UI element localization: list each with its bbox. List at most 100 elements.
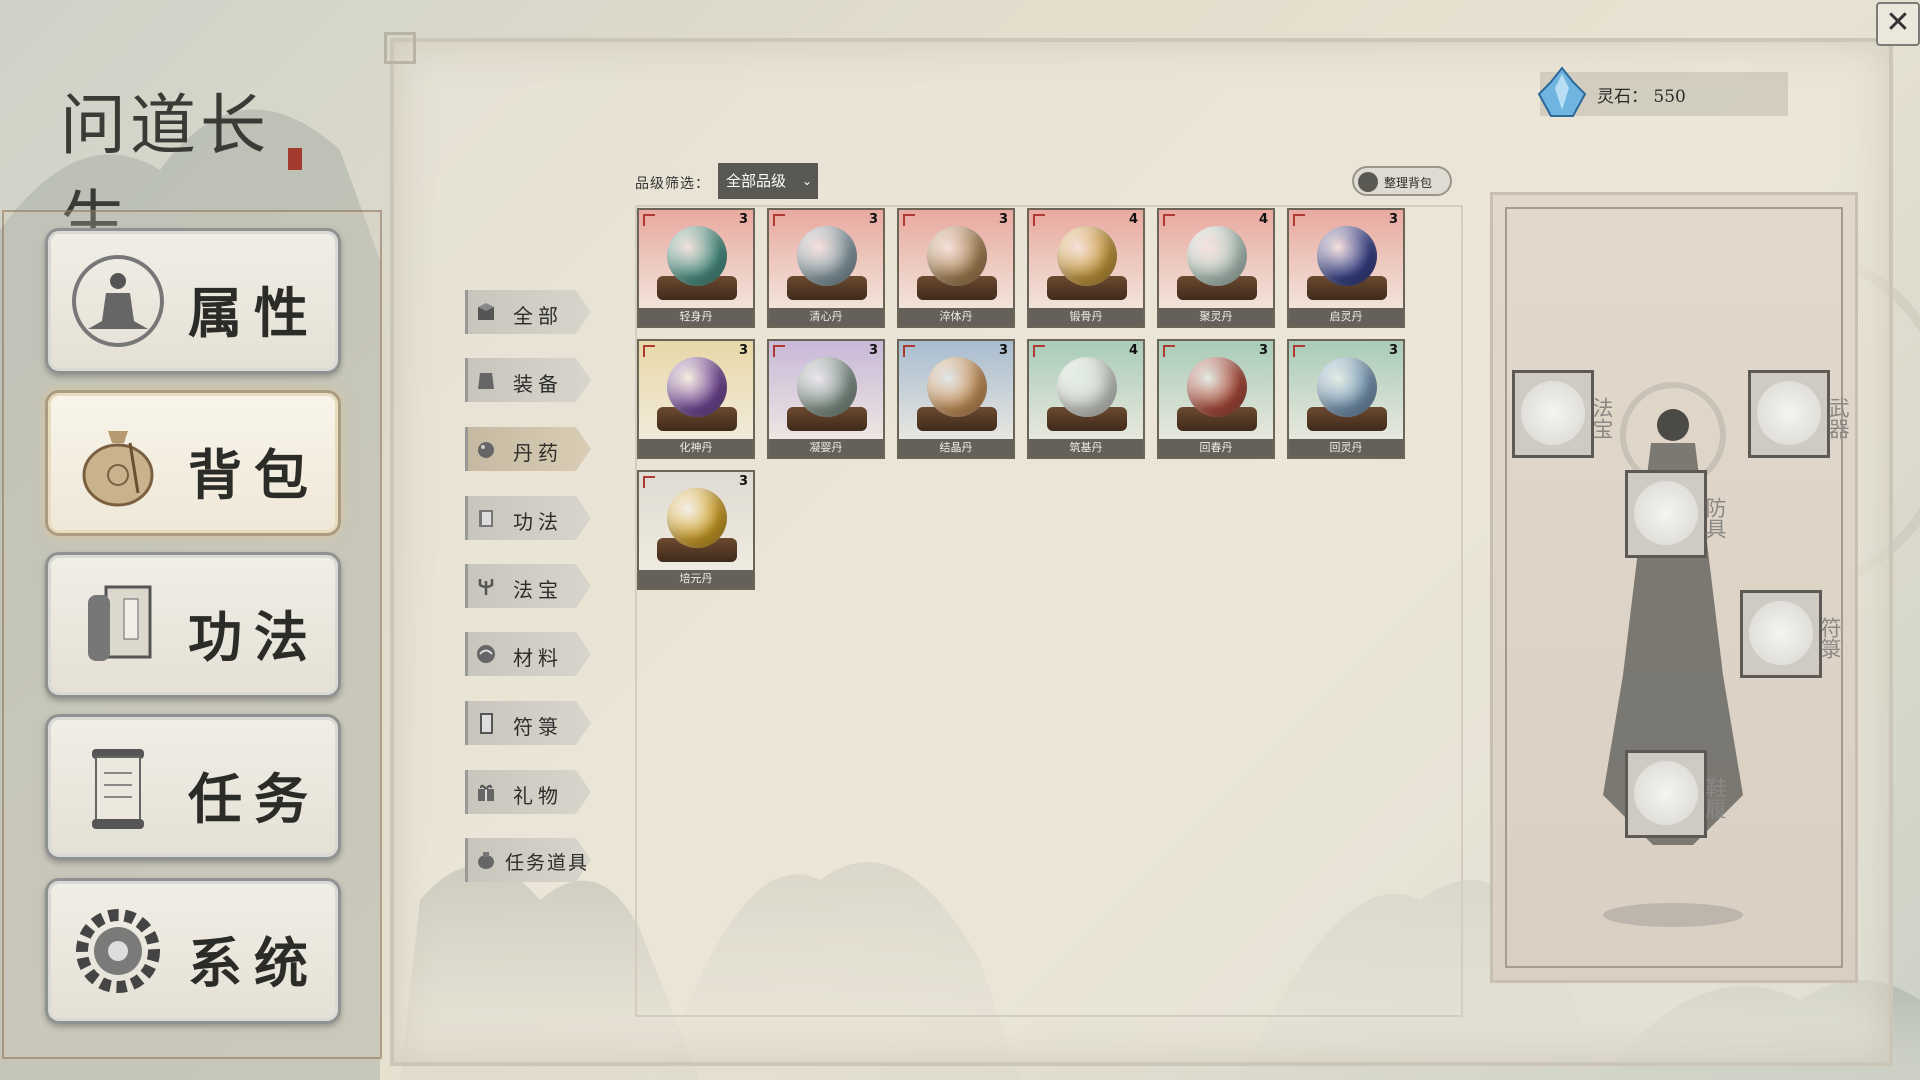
pill-orb-icon [927,226,987,286]
gear-icon [76,909,160,993]
inventory-slot[interactable]: 3 化神丹 [637,339,755,459]
category-label: 法宝 [513,578,563,602]
seal-stamp [288,148,302,170]
grade-filter-value: 全部品级 [726,172,787,190]
nav-button-quests[interactable]: 任务 [45,714,341,860]
item-name: 回春丹 [1159,439,1273,457]
slot-corner-mark [1293,214,1305,226]
gift-icon [478,784,494,801]
equip-slot-armor[interactable]: 防具 [1625,470,1727,558]
inventory-slot[interactable]: 4 聚灵丹 [1157,208,1275,328]
sort-bag-button[interactable]: 整理背包 [1352,166,1452,196]
category-tab-3[interactable]: 功法 [465,496,591,540]
inventory-slot[interactable]: 3 凝婴丹 [767,339,885,459]
pill-orb-icon [1057,226,1117,286]
item-name: 回灵丹 [1289,439,1403,457]
inventory-slot[interactable]: 3 回灵丹 [1287,339,1405,459]
pill-orb-icon [667,488,727,548]
slot-corner-mark [1163,214,1175,226]
bag-icon [478,852,494,869]
nav-button-attributes[interactable]: 属性 [45,228,341,374]
pill-orb-icon [1317,226,1377,286]
item-name: 锻骨丹 [1029,308,1143,326]
slot-corner-mark [773,345,785,357]
pill-orb-icon [797,357,857,417]
category-tab-2[interactable]: 丹药 [465,427,591,471]
category-label: 丹药 [513,441,563,465]
inventory-slot[interactable]: 4 筑基丹 [1027,339,1145,459]
item-count: 3 [1258,343,1268,358]
item-name: 启灵丹 [1289,308,1403,326]
nav-label: 功法 [188,605,320,669]
inventory-slot[interactable]: 3 回春丹 [1157,339,1275,459]
pill-icon [478,442,494,458]
talisman-icon [480,713,493,734]
item-count: 4 [1128,343,1138,358]
meditating-figure-icon [72,255,164,347]
equip-slot-label: 武器 [1826,397,1850,439]
category-tab-5[interactable]: 材料 [465,632,591,676]
box-icon [478,303,494,320]
equip-slot-talisman[interactable]: 符箓 [1740,590,1842,678]
quest-scroll-icon [92,749,144,829]
item-name: 凝婴丹 [769,439,883,457]
nav-label: 属性 [188,281,320,345]
item-count: 4 [1258,212,1268,227]
equip-slot-label: 法宝 [1590,397,1614,439]
category-tab-1[interactable]: 装备 [465,358,591,402]
category-label: 全部 [513,304,563,328]
slot-corner-mark [773,214,785,226]
item-name: 聚灵丹 [1159,308,1273,326]
slot-corner-mark [903,345,915,357]
item-count: 3 [1388,343,1398,358]
equipment-panel [1490,192,1858,983]
trident-icon [478,579,494,595]
item-count: 3 [868,343,878,358]
inventory-slot[interactable]: 3 结晶丹 [897,339,1015,459]
item-count: 3 [738,343,748,358]
item-count: 4 [1128,212,1138,227]
inventory-slot[interactable]: 3 轻身丹 [637,208,755,328]
inventory-slot[interactable]: 3 启灵丹 [1287,208,1405,328]
item-count: 3 [738,212,748,227]
pill-orb-icon [1187,226,1247,286]
category-tab-6[interactable]: 符箓 [465,701,591,745]
sort-bag-label: 整理背包 [1384,176,1433,190]
item-name: 化神丹 [639,439,753,457]
equip-slot-label: 防具 [1703,497,1727,539]
category-tab-7[interactable]: 礼物 [465,770,591,814]
spirit-stone-text: 灵石： 550 [1597,82,1686,107]
category-tab-8[interactable]: 任务道具 [465,838,591,882]
spirit-stone-value: 550 [1653,87,1686,107]
grade-filter-select[interactable]: 全部品级 ⌄ [718,163,818,199]
nav-label: 背包 [188,443,320,507]
item-count: 3 [738,474,748,489]
category-tab-0[interactable]: 全部 [465,290,591,334]
pill-orb-icon [1317,357,1377,417]
pill-orb-icon [927,357,987,417]
sort-icon [1358,172,1378,192]
nav-button-bag[interactable]: 背包 [45,390,341,536]
inventory-slot[interactable]: 3 培元丹 [637,470,755,590]
equip-slot-label: 鞋履 [1703,777,1727,819]
slot-corner-mark [1033,214,1045,226]
armor-icon [478,373,494,389]
inventory-slot[interactable]: 4 锻骨丹 [1027,208,1145,328]
category-label: 符箓 [513,715,563,739]
item-count: 3 [998,343,1008,358]
equip-slot-shoes[interactable]: 鞋履 [1625,750,1727,838]
nav-button-system[interactable]: 系统 [45,878,341,1024]
close-button[interactable]: ✕ [1876,2,1920,46]
item-name: 培元丹 [639,570,753,588]
equip-slot-weapon[interactable]: 武器 [1748,370,1850,458]
slot-corner-mark [643,345,655,357]
chevron-down-icon: ⌄ [801,174,812,188]
nav-button-techniques[interactable]: 功法 [45,552,341,698]
item-count: 3 [1388,212,1398,227]
slot-corner-mark [1033,345,1045,357]
category-tab-4[interactable]: 法宝 [465,564,591,608]
inventory-slot[interactable]: 3 清心丹 [767,208,885,328]
inventory-slot[interactable]: 3 淬体丹 [897,208,1015,328]
equip-slot-treasure[interactable]: 法宝 [1512,370,1614,458]
item-count: 3 [998,212,1008,227]
